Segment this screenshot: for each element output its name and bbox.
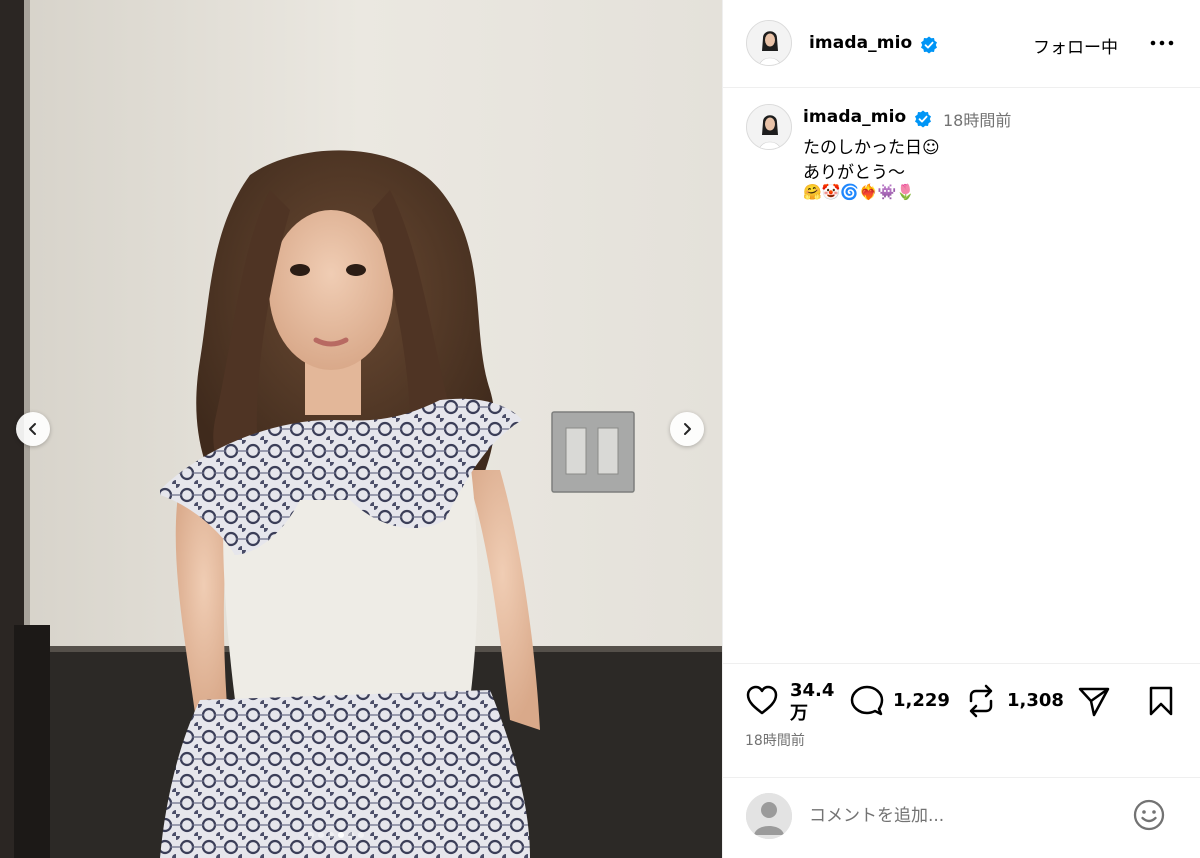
save-button[interactable]: [1147, 685, 1175, 717]
post-side-panel: imada_mio フォロー中 imada_mio 18時間前 たのしかった日☺…: [722, 0, 1200, 858]
chevron-left-icon: [29, 423, 36, 435]
repost-icon: [969, 684, 993, 718]
like-button[interactable]: [745, 684, 779, 716]
post-media: [0, 0, 722, 858]
slide-dot: [308, 832, 314, 838]
share-icon: [1078, 687, 1110, 717]
heart-icon: [746, 685, 778, 715]
slide-dot: [348, 832, 354, 838]
bookmark-icon: [1149, 686, 1173, 716]
verified-badge-icon: [915, 110, 931, 128]
verified-badge-icon: [921, 36, 937, 54]
next-slide-button[interactable]: [670, 412, 704, 446]
more-horizontal-icon: [1150, 40, 1174, 46]
current-user-avatar: [746, 793, 792, 839]
caption-timestamp[interactable]: 18時間前: [943, 107, 1011, 131]
repost-button[interactable]: [965, 684, 997, 718]
share-button[interactable]: [1077, 685, 1111, 717]
caption-text-line: ありがとう〜: [803, 163, 905, 183]
more-options-button[interactable]: [1147, 31, 1177, 55]
previous-slide-button[interactable]: [16, 412, 50, 446]
post-header: imada_mio フォロー中: [723, 0, 1200, 88]
post-actions: 34.4 万 1,229 1,308 18時間前: [723, 663, 1200, 777]
repost-count[interactable]: 1,308: [1007, 690, 1064, 711]
slide-dot: [338, 832, 344, 838]
slide-dot: [358, 832, 364, 838]
slide-indicator: [308, 832, 364, 838]
post-timestamp[interactable]: 18時間前: [745, 730, 805, 750]
chevron-right-icon: [684, 423, 691, 435]
slide-dot: [318, 832, 324, 838]
comment-input[interactable]: [809, 802, 1109, 830]
caption-text-line: たのしかった日☺︎: [803, 138, 940, 158]
header-username[interactable]: imada_mio: [809, 33, 912, 53]
caption-emoji-line: 🤗🤡🌀❤️‍🔥👾🌷: [803, 183, 916, 201]
comment-composer: [723, 777, 1200, 858]
avatar[interactable]: [746, 20, 792, 66]
caption-username[interactable]: imada_mio: [803, 107, 906, 127]
emoji-picker-button[interactable]: [1133, 799, 1165, 831]
like-count[interactable]: 34.4 万: [790, 679, 834, 725]
comment-icon: [850, 685, 884, 716]
post-photo: [0, 0, 722, 858]
comment-button[interactable]: [850, 685, 884, 717]
emoji-icon: [1133, 799, 1165, 831]
comment-count[interactable]: 1,229: [893, 690, 950, 711]
slide-dot: [328, 832, 334, 838]
following-button[interactable]: フォロー中: [1033, 33, 1118, 58]
caption-avatar[interactable]: [746, 104, 792, 150]
